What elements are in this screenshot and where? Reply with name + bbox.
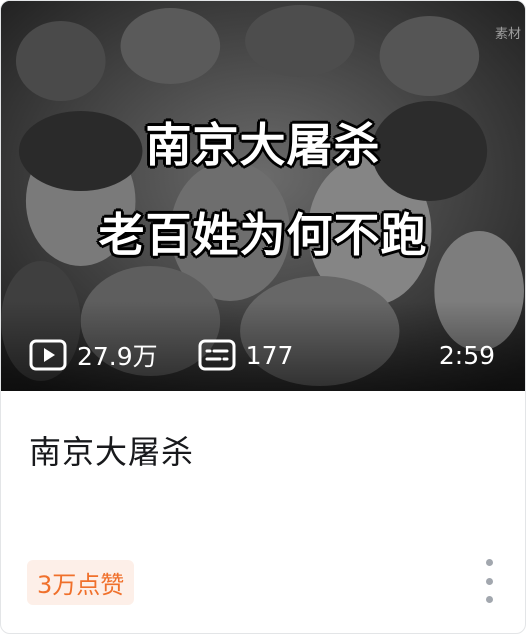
watermark-text: 素材 <box>494 27 521 42</box>
view-count: 27.9万 <box>77 342 158 371</box>
more-dot <box>485 596 493 603</box>
video-stats-bar: 27.9万 177 2:59 <box>29 337 495 373</box>
more-dot <box>485 559 493 566</box>
play-count-icon <box>29 339 67 371</box>
view-count-stat: 27.9万 <box>29 337 158 373</box>
more-vertical-icon[interactable] <box>483 559 495 603</box>
video-title[interactable]: 南京大屠杀 <box>29 427 194 473</box>
danmaku-count-stat: 177 <box>198 339 294 371</box>
more-dot <box>485 577 493 585</box>
video-info: 南京大屠杀 3万点赞 <box>1 391 525 633</box>
overlay-title-line1: 南京大屠杀 <box>145 118 381 172</box>
video-duration: 2:59 <box>438 340 495 370</box>
video-thumbnail[interactable]: 素材 南京大屠杀 老百姓为何不跑 27.9万 177 2:59 <box>1 1 525 391</box>
likes-badge: 3万点赞 <box>27 560 135 605</box>
video-card[interactable]: 素材 南京大屠杀 老百姓为何不跑 27.9万 177 2:59 南京大屠杀 3万… <box>0 0 526 634</box>
danmaku-count: 177 <box>245 340 294 370</box>
danmaku-icon <box>198 339 236 371</box>
overlay-title-line2: 老百姓为何不跑 <box>98 208 428 262</box>
